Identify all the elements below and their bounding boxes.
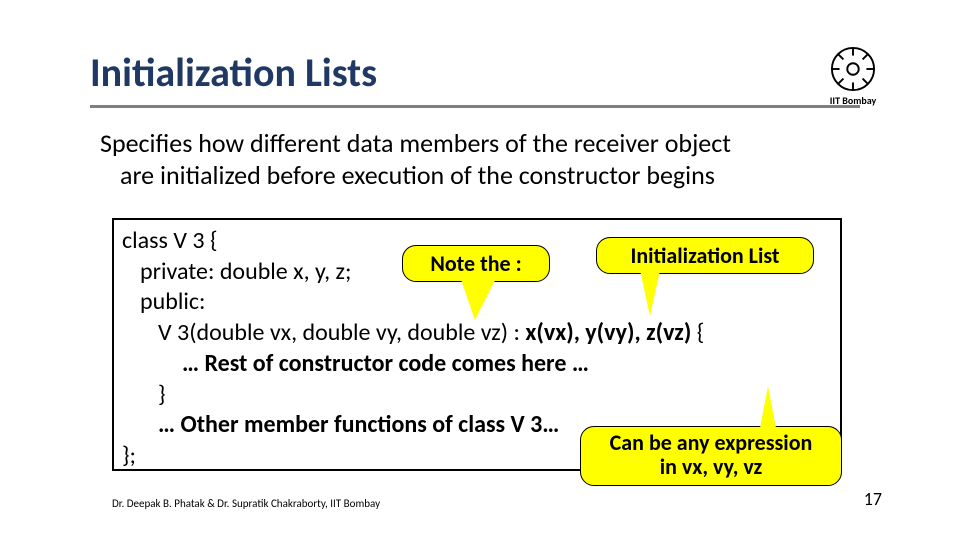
- slide: Initialization Lists IIT Bombay: [0, 0, 960, 540]
- slide-title: Initialization Lists: [90, 48, 377, 97]
- callout-tail: [461, 280, 501, 320]
- iit-bombay-logo-icon: [830, 46, 876, 92]
- body-line: Specifies how different data members of …: [100, 128, 860, 160]
- callout-text: Can be any expression: [589, 431, 833, 455]
- callout-tail: [640, 270, 660, 316]
- title-underline: [90, 105, 860, 108]
- callout-tail: [760, 386, 776, 428]
- code-line: V 3(double vx, double vy, double vz) : x…: [122, 318, 832, 349]
- logo-block: IIT Bombay: [824, 46, 882, 107]
- callout-expression: Can be any expression in vx, vy, vz: [580, 426, 842, 486]
- footer-credits: Dr. Deepak B. Phatak & Dr. Supratik Chak…: [112, 497, 380, 510]
- callout-text: in vx, vy, vz: [589, 455, 833, 479]
- code-frag: {: [691, 318, 704, 347]
- slide-number: 17: [864, 488, 882, 510]
- callout-text: Note the :: [430, 250, 521, 277]
- callout-note: Note the :: [402, 245, 550, 282]
- code-line: }: [122, 380, 832, 411]
- body-text: Specifies how different data members of …: [100, 128, 860, 191]
- code-line: … Rest of constructor code comes here …: [122, 349, 832, 380]
- code-frag: V 3(double vx, double vy, double vz) :: [158, 318, 525, 347]
- callout-initialization-list: Initialization List: [596, 237, 814, 274]
- code-init-list: x(vx), y(vy), z(vz): [525, 318, 691, 347]
- callout-text: Initialization List: [630, 242, 779, 269]
- body-line: are initialized before execution of the …: [100, 160, 860, 192]
